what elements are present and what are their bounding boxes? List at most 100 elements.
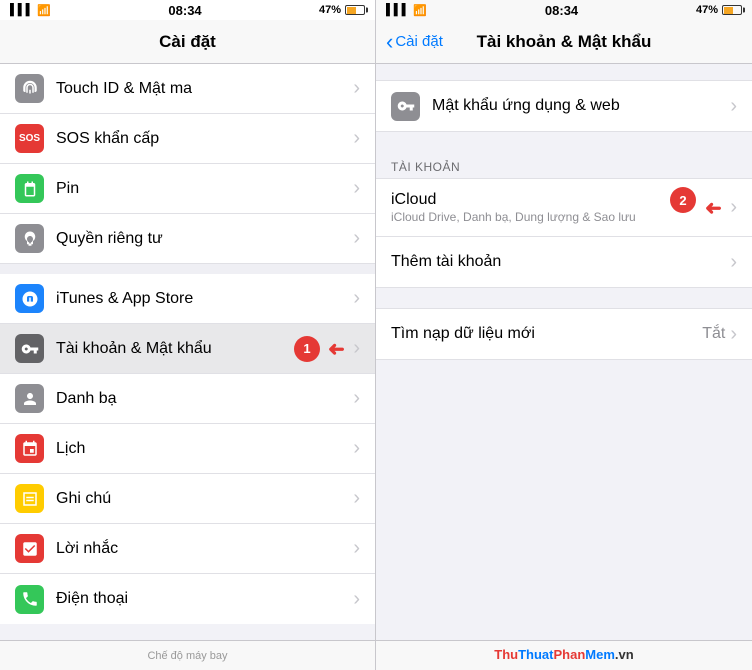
sos-icon: SOS [15, 124, 44, 153]
reminders-label: Lời nhắc [56, 540, 353, 558]
right-signal-area: ▌▌▌ 📶 [386, 4, 427, 17]
touch-id-label: Touch ID & Mật ma [56, 80, 353, 98]
left-status-bar: ▌▌▌ 📶 08:34 47% [0, 0, 375, 20]
battery-icon-left [345, 5, 365, 15]
left-signal-area: ▌▌▌ 📶 [10, 4, 51, 17]
watermark-mem: Mem [585, 647, 615, 662]
accounts-section: iCloud iCloud Drive, Danh bạ, Dung lượng… [376, 178, 752, 288]
right-time: 08:34 [545, 3, 578, 18]
left-bottom-text: Chế độ máy bay [147, 650, 227, 662]
back-label: Cài đặt [395, 33, 443, 50]
watermark-thuat: Thuat [518, 647, 553, 662]
battery-pct-left: 47% [319, 4, 341, 16]
watermark: ThuThuatPhanMem.vn [494, 647, 633, 662]
left-time: 08:34 [168, 3, 201, 18]
accounts-icon [15, 334, 44, 363]
touch-id-chevron [353, 77, 360, 100]
right-nav-title: Tài khoản & Mật khẩu [477, 32, 652, 52]
divider-1 [0, 264, 375, 274]
passwords-web-item[interactable]: Mật khẩu ứng dụng & web [376, 81, 752, 131]
calendar-label: Lịch [56, 440, 353, 458]
left-settings-list: Touch ID & Mật ma SOS SOS khẩn cấp Pin Q… [0, 64, 375, 640]
settings-item-phone[interactable]: Điện thoại [0, 574, 375, 624]
pin-label: Pin [56, 180, 353, 198]
contacts-chevron [353, 387, 360, 410]
fetch-label: Tìm nạp dữ liệu mới [391, 325, 702, 343]
passwords-web-chevron [730, 95, 737, 118]
contacts-label: Danh bạ [56, 390, 353, 408]
settings-item-pin[interactable]: Pin [0, 164, 375, 214]
sos-text: SOS [19, 133, 40, 144]
itunes-icon [15, 284, 44, 313]
pin-icon [15, 174, 44, 203]
step1-badge: 1 [294, 336, 320, 362]
notes-chevron [353, 487, 360, 510]
settings-item-notes[interactable]: Ghi chú [0, 474, 375, 524]
fetch-value: Tắt [702, 325, 725, 343]
sos-chevron [353, 127, 360, 150]
reminders-icon [15, 534, 44, 563]
privacy-icon [15, 224, 44, 253]
watermark-thu: Thu [494, 647, 518, 662]
settings-item-touch-id[interactable]: Touch ID & Mật ma [0, 64, 375, 114]
passwords-web-label: Mật khẩu ứng dụng & web [432, 97, 730, 115]
right-battery-pct: 47% [696, 4, 718, 16]
privacy-label: Quyền riêng tư [56, 230, 353, 248]
phone-icon [15, 585, 44, 614]
itunes-label: iTunes & App Store [56, 290, 353, 308]
right-navbar: ‹ Cài đặt Tài khoản & Mật khẩu [376, 20, 752, 64]
right-panel: ▌▌▌ 📶 08:34 47% ‹ Cài đặt Tài khoản & Mậ… [376, 0, 752, 670]
contacts-icon-left [15, 384, 44, 413]
battery-icon-right [722, 5, 742, 15]
phone-label: Điện thoại [56, 590, 353, 608]
settings-item-contacts[interactable]: Danh bạ [0, 374, 375, 424]
right-battery-area: 47% [696, 4, 742, 16]
notes-label: Ghi chú [56, 490, 353, 508]
fetch-item[interactable]: Tìm nạp dữ liệu mới Tắt [376, 309, 752, 359]
arrow-2: ➜ [705, 195, 722, 220]
settings-item-sos[interactable]: SOS SOS khẩn cấp [0, 114, 375, 164]
watermark-vn: vn [619, 647, 634, 662]
settings-item-privacy[interactable]: Quyền riêng tư [0, 214, 375, 264]
privacy-chevron [353, 227, 360, 250]
fetch-section: Tìm nạp dữ liệu mới Tắt [376, 308, 752, 360]
calendar-chevron [353, 437, 360, 460]
icloud-item[interactable]: iCloud iCloud Drive, Danh bạ, Dung lượng… [376, 179, 752, 237]
signal-bars: ▌▌▌ [10, 4, 33, 16]
watermark-phan: Phan [554, 647, 586, 662]
right-signal-bars: ▌▌▌ [386, 4, 409, 16]
reminders-chevron [353, 537, 360, 560]
arrow-1: ➜ [328, 336, 345, 361]
phone-chevron [353, 588, 360, 611]
back-chevron-icon: ‹ [386, 31, 393, 53]
back-button[interactable]: ‹ Cài đặt [386, 31, 443, 53]
right-wifi-icon: 📶 [413, 4, 427, 17]
add-account-label: Thêm tài khoản [391, 253, 730, 271]
calendar-icon [15, 434, 44, 463]
sos-label: SOS khẩn cấp [56, 130, 353, 148]
add-account-chevron [730, 251, 737, 274]
left-panel: ▌▌▌ 📶 08:34 47% Cài đặt Touch ID & Mật m… [0, 0, 376, 670]
settings-item-reminders[interactable]: Lời nhắc [0, 524, 375, 574]
right-content: Mật khẩu ứng dụng & web TÀI KHOẢN iCloud… [376, 64, 752, 640]
wifi-icon: 📶 [37, 4, 51, 17]
settings-item-itunes[interactable]: iTunes & App Store [0, 274, 375, 324]
fetch-chevron [730, 323, 737, 346]
passwords-web-icon [391, 92, 420, 121]
accounts-chevron [353, 337, 360, 360]
icloud-chevron [730, 196, 737, 219]
accounts-section-header: TÀI KHOẢN [376, 152, 752, 178]
right-status-bar: ▌▌▌ 📶 08:34 47% [376, 0, 752, 20]
settings-item-calendar[interactable]: Lịch [0, 424, 375, 474]
left-battery-area: 47% [319, 4, 365, 16]
itunes-chevron [353, 287, 360, 310]
left-nav-title: Cài đặt [159, 32, 216, 52]
left-navbar: Cài đặt [0, 20, 375, 64]
step2-badge: 2 [670, 187, 696, 213]
pin-chevron [353, 177, 360, 200]
right-bottom-bar: ThuThuatPhanMem.vn [376, 640, 752, 670]
passwords-section: Mật khẩu ứng dụng & web [376, 80, 752, 132]
add-account-item[interactable]: Thêm tài khoản [376, 237, 752, 287]
settings-item-accounts[interactable]: Tài khoản & Mật khẩu 1 ➜ [0, 324, 375, 374]
accounts-header-label: TÀI KHOẢN [376, 152, 752, 178]
